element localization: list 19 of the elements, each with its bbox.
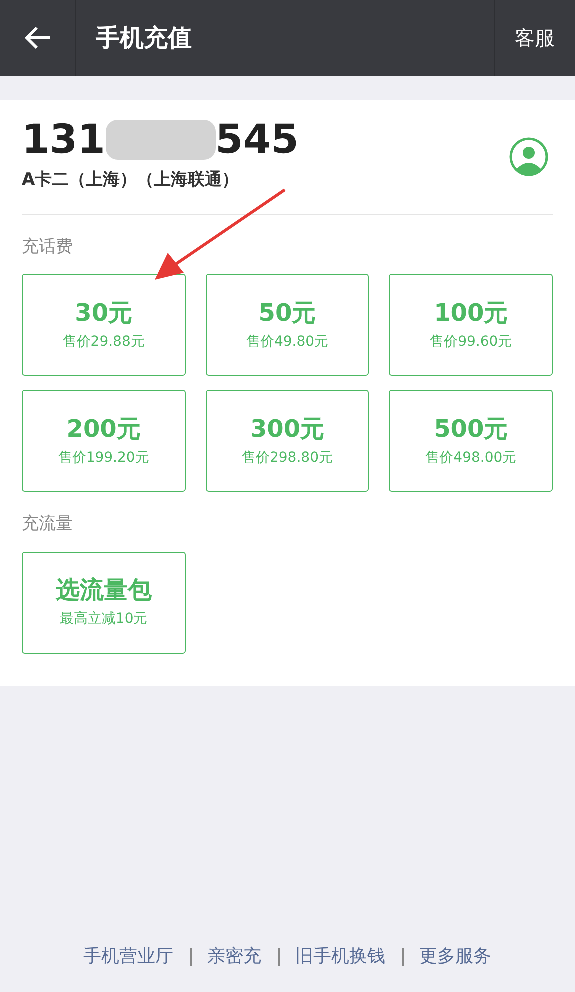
back-icon <box>24 26 52 50</box>
phone-number-start: 131 <box>22 120 106 160</box>
recharge-option[interactable]: 30元 售价29.88元 <box>22 274 186 376</box>
recharge-option[interactable]: 选流量包 最高立减10元 <box>22 552 186 654</box>
page-title: 手机充值 <box>96 23 193 54</box>
footer-link[interactable]: 旧手机换钱 <box>296 943 386 970</box>
recharge-option[interactable]: 200元 售价199.20元 <box>22 390 186 492</box>
footer-link[interactable]: 手机营业厅 <box>84 943 174 970</box>
recharge-option[interactable]: 500元 售价498.00元 <box>389 390 553 492</box>
section-title: 充流量 <box>22 513 74 536</box>
section-title: 充话费 <box>22 236 74 258</box>
phone-number-end: 545 <box>216 120 299 160</box>
recharge-option[interactable]: 100元 售价99.60元 <box>389 274 553 376</box>
footer-link[interactable]: 亲密充 <box>208 943 262 970</box>
recharge-option[interactable]: 300元 售价298.80元 <box>206 390 370 492</box>
recharge-option[interactable]: 50元 售价49.80元 <box>206 274 370 376</box>
customer-service-button[interactable]: 客服 <box>494 0 575 76</box>
footer-link[interactable]: 更多服务 <box>420 943 492 970</box>
carrier-label: A卡二（上海）（上海联通） <box>22 169 240 192</box>
